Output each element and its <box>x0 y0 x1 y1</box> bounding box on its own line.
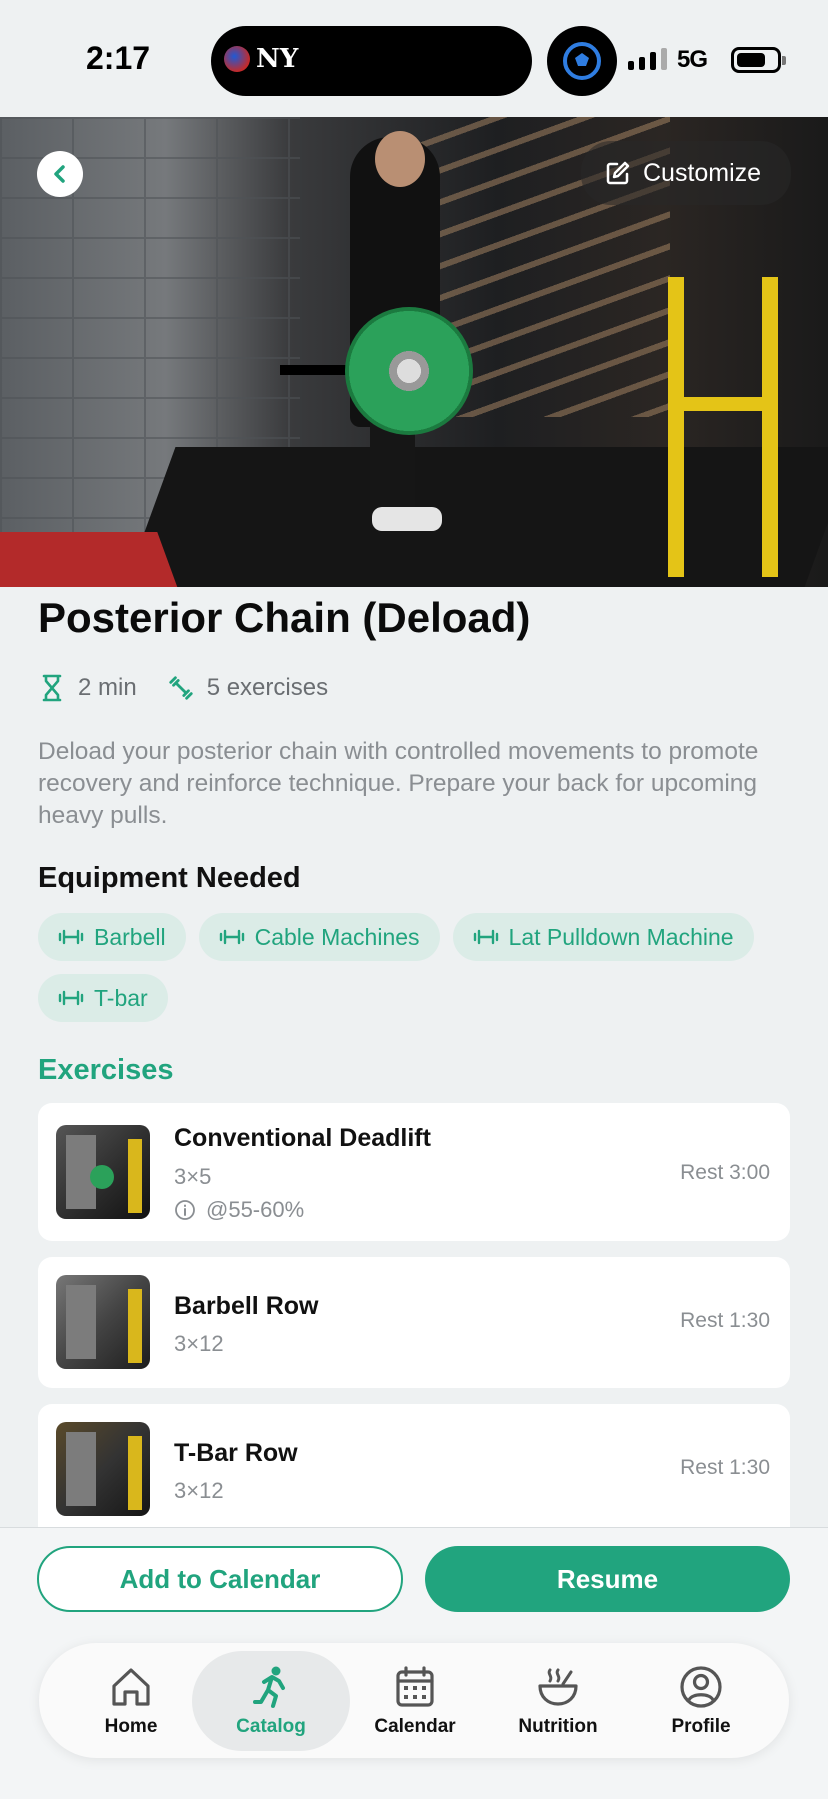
exercise-thumbnail <box>56 1125 150 1219</box>
customize-label: Customize <box>643 158 762 187</box>
workout-description: Deload your posterior chain with control… <box>38 738 759 829</box>
equipment-label: Cable Machines <box>254 923 420 950</box>
signal-icon <box>628 48 667 70</box>
exercise-count: 5 exercises <box>167 673 328 703</box>
exercise-thumbnail <box>56 1275 150 1369</box>
dumbbell-icon <box>58 990 84 1006</box>
runner-icon <box>253 1666 285 1708</box>
exercise-rest: Rest 1:30 <box>680 1456 770 1479</box>
dumbbell-icon <box>219 929 244 945</box>
tab-calendar[interactable]: Calendar <box>343 1651 487 1751</box>
exercise-count-label: 5 exercises <box>206 674 329 701</box>
hourglass-icon <box>42 674 62 702</box>
resume-button[interactable]: Resume <box>425 1546 790 1612</box>
equipment-label: Lat Pulldown Machine <box>508 923 734 950</box>
exercise-card[interactable]: Barbell Row 3×12 Rest 1:30 <box>38 1257 790 1388</box>
duration: 2 min <box>38 673 137 703</box>
back-button[interactable] <box>37 151 83 197</box>
exercise-sets: 3×5 <box>174 1164 212 1189</box>
exercise-card[interactable]: Conventional Deadlift 3×5 @55-60% Rest 3… <box>38 1103 790 1241</box>
battery-icon <box>731 47 786 73</box>
exercise-sets: 3×12 <box>174 1478 224 1503</box>
dumbbell-icon <box>473 929 498 945</box>
equipment-heading: Equipment Needed <box>38 862 301 894</box>
equipment-chip: T-bar <box>38 974 168 1022</box>
equipment-label: Barbell <box>94 923 166 950</box>
ny-logo-icon: NY <box>256 44 299 74</box>
tab-profile[interactable]: Profile <box>629 1651 773 1751</box>
equipment-chip: Barbell <box>38 913 186 961</box>
exercise-rest: Rest 1:30 <box>680 1309 770 1332</box>
exercise-sets: 3×12 <box>174 1331 224 1356</box>
tab-label: Profile <box>671 1716 731 1737</box>
customize-button[interactable]: Customize <box>581 141 791 205</box>
duration-label: 2 min <box>78 674 137 701</box>
live-activity-icons: NY <box>224 46 298 72</box>
dumbbell-icon <box>58 929 84 945</box>
exercise-card[interactable]: T-Bar Row 3×12 Rest 1:30 <box>38 1404 790 1527</box>
exercise-name: T-Bar Row <box>174 1439 298 1467</box>
bowl-icon <box>538 1668 578 1706</box>
info-icon <box>175 1200 195 1220</box>
home-icon <box>112 1668 150 1706</box>
equipment-chip: Cable Machines <box>198 913 440 961</box>
workout-meta: 2 min 5 exercises <box>38 673 358 703</box>
tab-nutrition[interactable]: Nutrition <box>486 1651 630 1751</box>
tab-label: Catalog <box>236 1716 306 1737</box>
exercise-name: Barbell Row <box>174 1292 319 1320</box>
tab-label: Nutrition <box>518 1716 598 1737</box>
equipment-chip: Lat Pulldown Machine <box>452 913 754 961</box>
tab-label: Home <box>104 1716 158 1737</box>
equipment-list: Barbell Cable Machines Lat Pulldown Mach… <box>38 913 798 1022</box>
add-to-calendar-button[interactable]: Add to Calendar <box>37 1546 403 1612</box>
tab-home[interactable]: Home <box>59 1651 203 1751</box>
team-logo-icon <box>224 46 250 72</box>
dumbbell-icon <box>169 676 193 700</box>
tab-bar: Home Catalog Calendar Nutrition Profile <box>39 1643 789 1758</box>
edit-icon <box>606 161 630 185</box>
equipment-label: T-bar <box>94 984 148 1011</box>
soccer-ball-icon <box>547 26 617 96</box>
exercise-rest: Rest 3:00 <box>680 1161 770 1184</box>
exercise-note: @55-60% <box>174 1197 304 1223</box>
status-bar: 2:17 NY 5G <box>0 0 828 117</box>
tab-label: Calendar <box>374 1716 456 1737</box>
exercise-name: Conventional Deadlift <box>174 1124 431 1152</box>
workout-title: Posterior Chain (Deload) <box>38 594 531 641</box>
profile-icon <box>680 1666 722 1708</box>
status-time: 2:17 <box>86 40 151 76</box>
tab-catalog[interactable]: Catalog <box>192 1651 350 1751</box>
exercises-heading: Exercises <box>38 1054 174 1086</box>
exercise-thumbnail <box>56 1422 150 1516</box>
exercise-note-label: @55-60% <box>206 1197 305 1222</box>
network-label: 5G <box>677 46 708 73</box>
calendar-icon <box>396 1666 434 1707</box>
chevron-left-icon <box>54 165 65 183</box>
